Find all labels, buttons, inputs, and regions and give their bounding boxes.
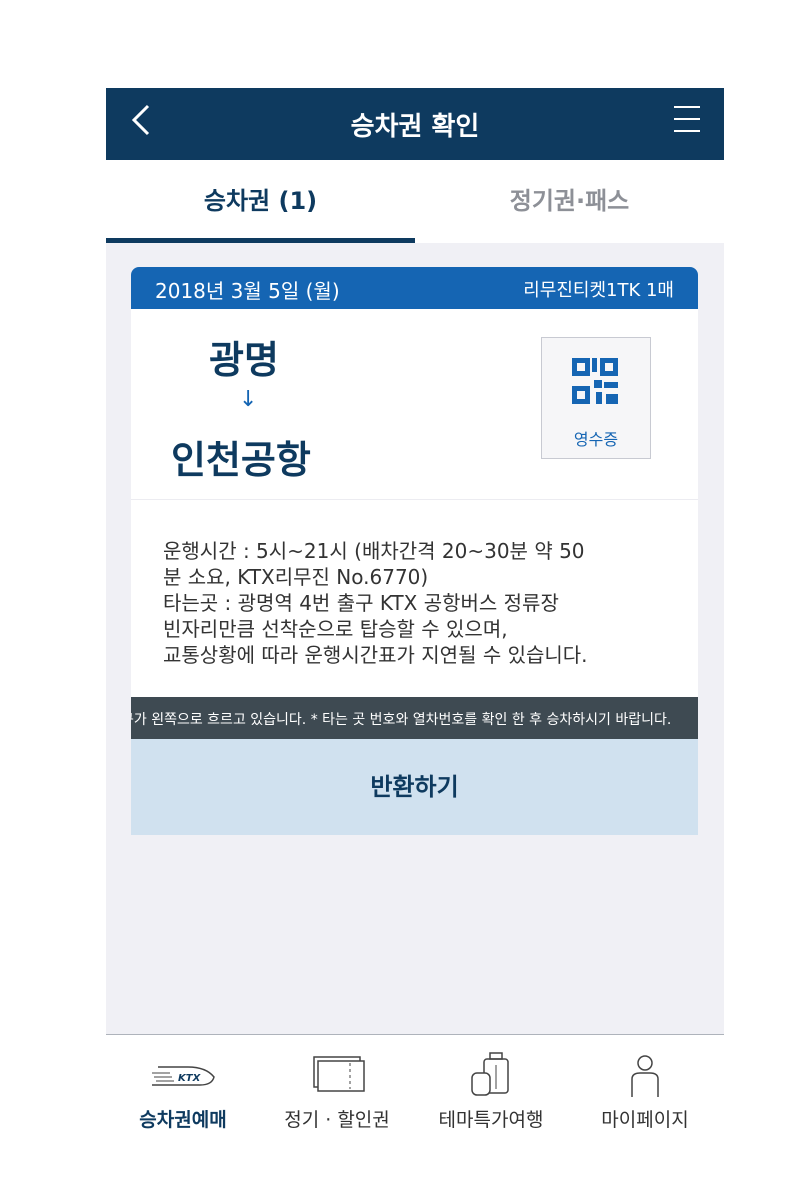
ticket-tabs: 승차권 (1) 정기권·패스 (106, 160, 724, 242)
notice-ticker: 구가 왼쪽으로 흐르고 있습니다. * 타는 곳 번호와 열차번호를 확인 한 … (131, 697, 698, 739)
info-line: 분 소요, KTX리무진 No.6770) (163, 565, 429, 589)
menu-button[interactable] (672, 104, 702, 134)
app-screen: 승차권 확인 승차권 (1) 정기권·패스 2018년 3월 5일 (월) 리무… (106, 88, 724, 1150)
info-text: 운행시간 : 5시~21시 (배차간격 20~30분 약 50 분 소요, KT… (163, 538, 683, 668)
info-line: 교통상황에 따라 운행시간표가 지연될 수 있습니다. (163, 643, 588, 667)
person-icon (631, 1055, 659, 1097)
ticket-product: 리무진티켓1TK 1매 (523, 280, 674, 301)
info-line: 운행시간 : 5시~21시 (배차간격 20~30분 약 50 (163, 539, 585, 563)
qr-code-icon (572, 358, 618, 404)
ktx-train-icon: KTX (152, 1066, 215, 1086)
return-ticket-button[interactable]: 반환하기 (131, 739, 698, 835)
receipt-label: 영수증 (573, 430, 619, 449)
nav-label: 승차권예매 (139, 1109, 227, 1131)
route-arrow-icon: ↓ (239, 387, 258, 412)
ticket-icon (313, 1056, 365, 1092)
luggage-icon (471, 1052, 509, 1096)
hamburger-menu-icon (674, 106, 700, 132)
tab-passes[interactable]: 정기권·패스 (415, 160, 724, 242)
ticket-card: 2018년 3월 5일 (월) 리무진티켓1TK 1매 광명 ↓ 인천공항 영수… (131, 267, 698, 835)
ticket-list: 2018년 3월 5일 (월) 리무진티켓1TK 1매 광명 ↓ 인천공항 영수… (106, 243, 724, 1034)
bottom-navigation: KTX 승차권예매 정기 · 할인권 테마특가여행 마이페이지 (106, 1034, 724, 1150)
route-section: 광명 ↓ 인천공항 영수증 (131, 309, 698, 500)
nav-label: 정기 · 할인권 (284, 1109, 390, 1131)
nav-label: 마이페이지 (601, 1109, 689, 1131)
nav-theme-travel[interactable]: 테마특가여행 (414, 1035, 568, 1150)
travel-date: 2018년 3월 5일 (월) (155, 279, 340, 303)
departure-station: 광명 (209, 338, 279, 382)
info-section: 운행시간 : 5시~21시 (배차간격 20~30분 약 50 분 소요, KT… (131, 500, 698, 696)
receipt-button[interactable]: 영수증 (541, 337, 651, 459)
nav-label: 테마특가여행 (438, 1109, 544, 1131)
info-line: 타는곳 : 광명역 4번 출구 KTX 공항버스 정류장 (163, 591, 559, 615)
page-title: 승차권 확인 (350, 112, 480, 142)
info-line: 빈자리만큼 선착순으로 탑승할 수 있으며, (163, 617, 508, 641)
nav-discount-tickets[interactable]: 정기 · 할인권 (260, 1035, 414, 1150)
ticket-header: 2018년 3월 5일 (월) 리무진티켓1TK 1매 (131, 267, 698, 309)
header-bar: 승차권 확인 (106, 88, 724, 160)
arrival-station: 인천공항 (171, 438, 311, 482)
nav-my-page[interactable]: 마이페이지 (568, 1035, 722, 1150)
ticker-text: 구가 왼쪽으로 흐르고 있습니다. * 타는 곳 번호와 열차번호를 확인 한 … (131, 712, 672, 728)
svg-text:KTX: KTX (178, 1073, 202, 1084)
nav-ticket-booking[interactable]: KTX 승차권예매 (106, 1035, 260, 1150)
tab-tickets[interactable]: 승차권 (1) (106, 160, 415, 242)
